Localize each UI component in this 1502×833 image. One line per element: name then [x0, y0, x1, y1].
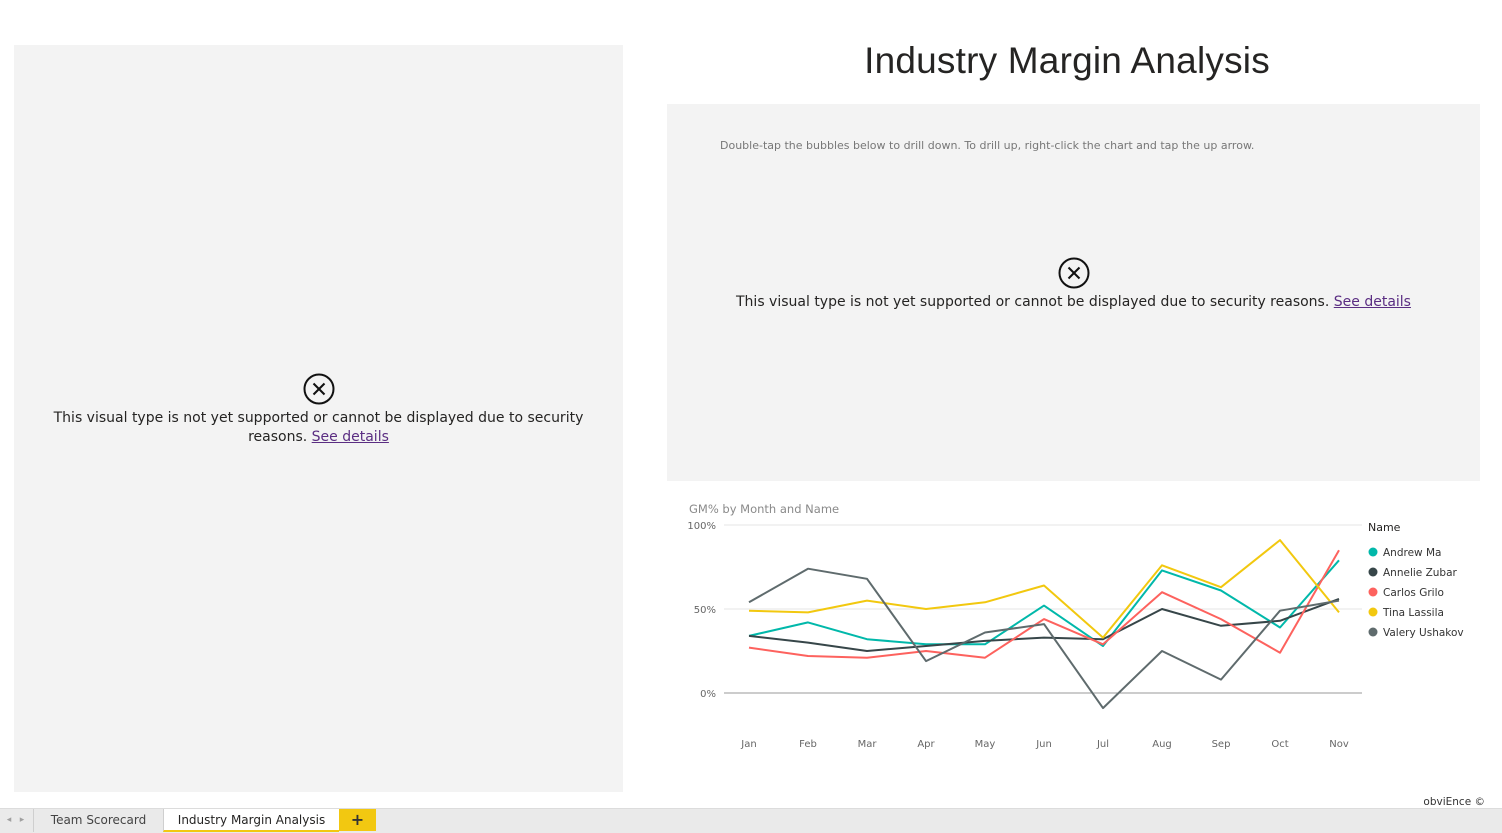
x-tick-label: Apr	[917, 739, 935, 750]
report-canvas: This visual type is not yet supported or…	[0, 0, 1502, 808]
add-page-button[interactable]: +	[339, 809, 376, 831]
y-tick-label: 50%	[694, 605, 716, 616]
gm-line-chart[interactable]: GM% by Month and Name 100% 50% 0% Jan Feb Ma…	[670, 498, 1480, 760]
legend-marker	[1368, 567, 1378, 577]
page-tab-bar: ◂ ▸ Team Scorecard Industry Margin Analy…	[0, 808, 1502, 833]
x-tick-label: May	[975, 739, 996, 750]
chevron-left-icon[interactable]: ◂	[4, 813, 14, 827]
legend-item[interactable]: Annelie Zubar	[1383, 567, 1458, 579]
legend-marker	[1368, 547, 1378, 557]
close-circle-icon	[303, 373, 334, 405]
chevron-right-icon[interactable]: ▸	[17, 813, 27, 827]
x-tick-label: Mar	[858, 739, 878, 750]
legend-marker	[1368, 607, 1378, 617]
page-title: Industry Margin Analysis	[864, 40, 1270, 81]
drill-instruction-text: Double-tap the bubbles below to drill do…	[720, 139, 1255, 152]
error-message: This visual type is not yet supported or…	[736, 294, 1330, 310]
x-tick-label: Oct	[1271, 739, 1288, 750]
x-tick-label: Nov	[1329, 739, 1349, 750]
chart-y-axis: 100% 50% 0%	[687, 521, 716, 700]
right-visual-error: This visual type is not yet supported or…	[687, 257, 1460, 312]
chart-title: GM% by Month and Name	[689, 502, 839, 516]
left-visual-error: This visual type is not yet supported or…	[34, 373, 603, 447]
x-tick-label: Feb	[799, 739, 817, 750]
watermark: obviEnce ©	[1423, 796, 1485, 808]
series-line[interactable]	[748, 549, 1340, 659]
tab-team-scorecard[interactable]: Team Scorecard	[33, 809, 163, 832]
see-details-link[interactable]: See details	[1334, 294, 1411, 310]
close-circle-icon	[1058, 257, 1089, 289]
legend-item[interactable]: Tina Lassila	[1382, 607, 1444, 619]
x-tick-label: Jun	[1035, 739, 1052, 750]
legend-item[interactable]: Valery Ushakov	[1383, 627, 1464, 639]
x-tick-label: Sep	[1212, 739, 1231, 750]
chart-series[interactable]	[748, 539, 1340, 710]
legend-title: Name	[1368, 521, 1401, 534]
chart-legend[interactable]: Name Andrew Ma Annelie Zubar Carlos Grilo T…	[1368, 521, 1464, 639]
legend-marker	[1368, 587, 1378, 597]
x-tick-label: Jul	[1096, 739, 1109, 750]
legend-marker	[1368, 627, 1378, 637]
y-tick-label: 100%	[687, 521, 716, 532]
chart-x-axis: Jan Feb Mar Apr May Jun Jul Aug Sep Oct Nov	[740, 739, 1349, 750]
x-tick-label: Aug	[1152, 739, 1172, 750]
x-tick-label: Jan	[740, 739, 756, 750]
y-tick-label: 0%	[700, 689, 716, 700]
tab-industry-margin-analysis[interactable]: Industry Margin Analysis	[163, 809, 339, 832]
see-details-link[interactable]: See details	[312, 429, 389, 445]
right-visual-tile[interactable]: This visual type is not yet supported or…	[667, 104, 1480, 481]
legend-item[interactable]: Andrew Ma	[1383, 547, 1441, 559]
legend-item[interactable]: Carlos Grilo	[1383, 587, 1444, 599]
left-visual-tile[interactable]: This visual type is not yet supported or…	[14, 45, 623, 792]
